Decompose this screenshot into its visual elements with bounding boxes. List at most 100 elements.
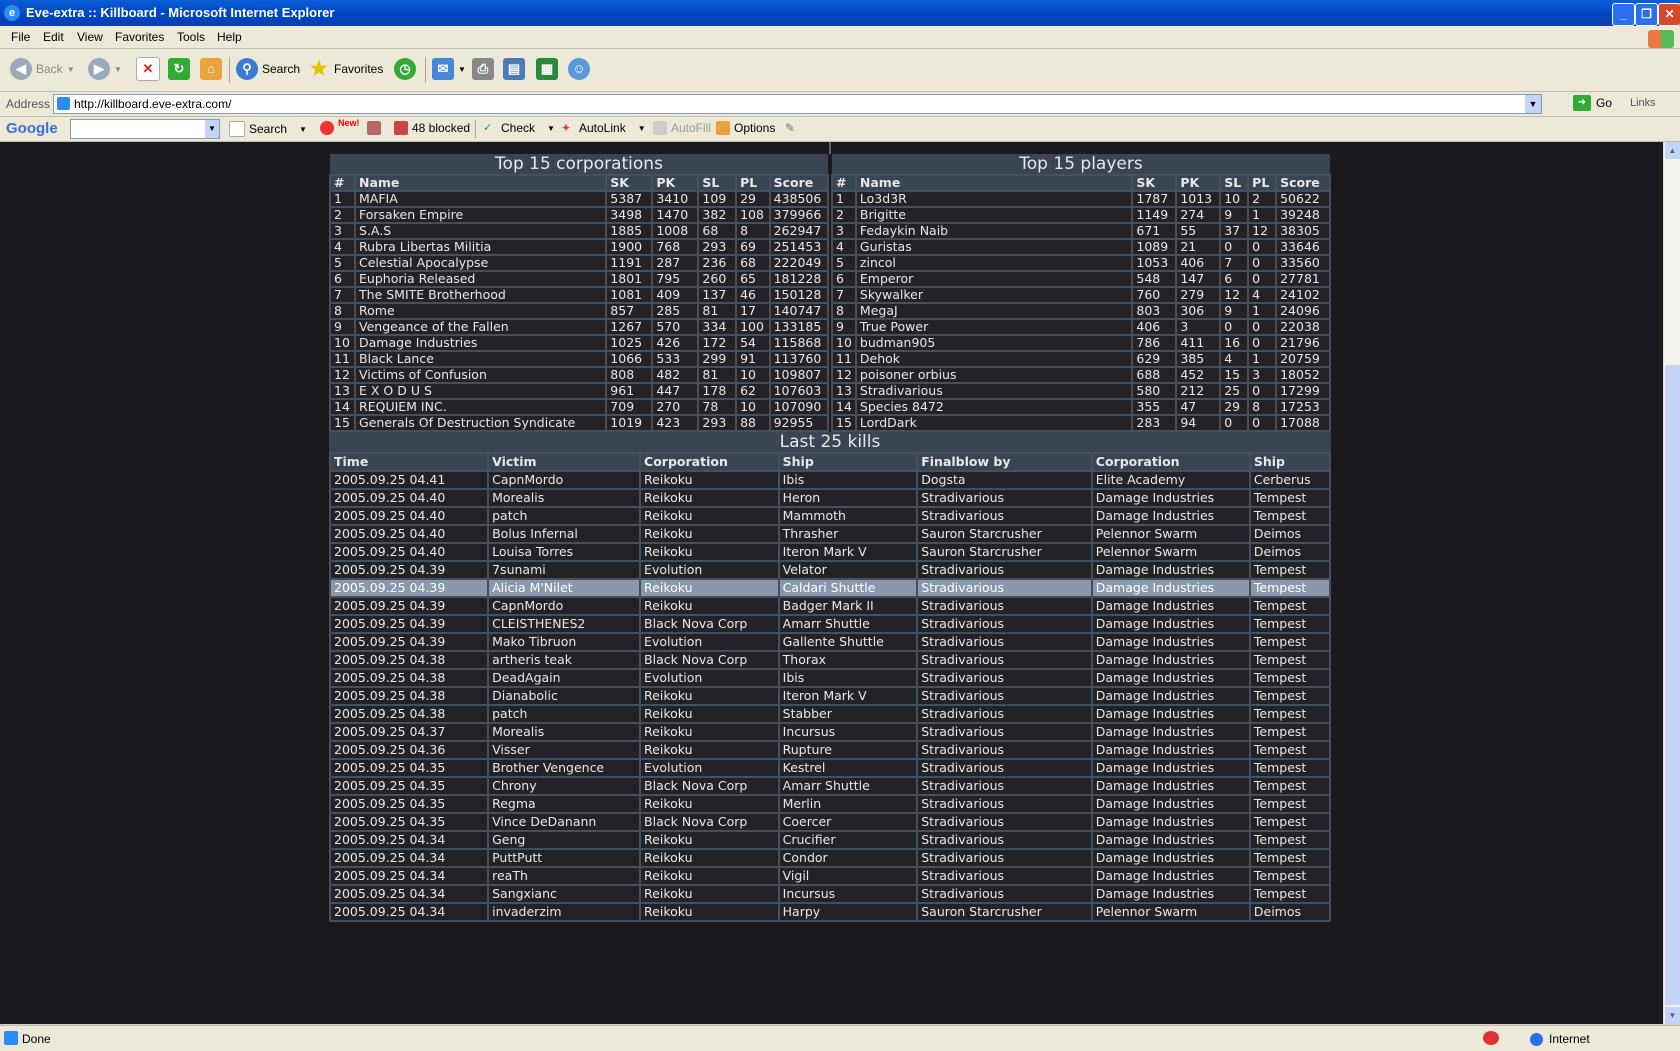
kill-row[interactable]: 2005.09.25 04.40 Bolus Infernal Reikoku Thr… — [328, 524, 1332, 544]
menu-view[interactable]: View — [77, 30, 103, 44]
kill-row[interactable]: 2005.09.25 04.35 Chrony Black Nova Corp Ama… — [328, 776, 1332, 796]
player-row[interactable]: 10 budman905 786 411 16 0 21796 — [831, 334, 1331, 352]
forward-button[interactable]: ▶ ▼ — [88, 57, 122, 81]
corporation-row[interactable]: 4 Rubra Libertas Militia 1900 768 293 69 25145… — [328, 238, 830, 256]
kill-row[interactable]: 2005.09.25 04.41 CapnMordo Reikoku Ibis Dogs… — [328, 470, 1332, 490]
scroll-up-icon[interactable]: ▲ — [1665, 142, 1680, 159]
kill-row[interactable]: 2005.09.25 04.34 Geng Reikoku Crucifier Stra… — [328, 830, 1332, 850]
favorites-button[interactable]: ★ Favorites — [308, 57, 383, 81]
corporation-row[interactable]: 15 Generals Of Destruction Syndicate 1019 4… — [328, 414, 830, 432]
kill-row[interactable]: 2005.09.25 04.39 CapnMordo Reikoku Badger M… — [328, 596, 1332, 616]
corporation-row[interactable]: 8 Rome 857 285 81 17 140747 — [328, 302, 830, 320]
corporation-row[interactable]: 2 Forsaken Empire 3498 1470 382 108 379966 — [328, 206, 830, 224]
table-cell: 0 — [1247, 414, 1278, 432]
maximize-button[interactable]: ❐ — [1635, 3, 1658, 26]
kill-row[interactable]: 2005.09.25 04.38 artheris teak Black Nova … — [328, 650, 1332, 670]
player-row[interactable]: 12 poisoner orbius 688 452 15 3 18052 — [831, 366, 1331, 384]
vertical-scrollbar[interactable]: ▲ ▼ — [1663, 142, 1680, 1024]
google-search-input[interactable]: ▼ — [70, 119, 220, 139]
kill-row[interactable]: 2005.09.25 04.36 Visser Reikoku Rupture Stra… — [328, 740, 1332, 760]
player-row[interactable]: 9 True Power 406 3 0 0 22038 — [831, 318, 1331, 336]
table-cell: 1081 — [605, 286, 654, 304]
minimize-button[interactable]: _ — [1612, 3, 1635, 26]
menu-file[interactable]: File — [11, 30, 30, 44]
search-button[interactable]: ⚲ Search — [236, 57, 300, 81]
print-button[interactable]: ⎙ — [472, 57, 494, 81]
google-dropdown-icon[interactable]: ▼ — [205, 120, 219, 138]
refresh-button[interactable]: ↻ — [168, 57, 190, 81]
home-button[interactable]: ⌂ — [200, 57, 222, 81]
player-row[interactable]: 3 Fedaykin Naib 671 55 37 12 38305 — [831, 222, 1331, 240]
corporation-row[interactable]: 6 Euphoria Released 1801 795 260 65 181228 — [328, 270, 830, 288]
close-button[interactable]: ✕ — [1658, 3, 1680, 26]
address-dropdown-icon[interactable]: ▼ — [1525, 95, 1541, 113]
menu-help[interactable]: Help — [217, 30, 242, 44]
kill-row[interactable]: 2005.09.25 04.38 DeadAgain Evolution Ibis St… — [328, 668, 1332, 688]
kill-row[interactable]: 2005.09.25 04.40 Morealis Reikoku Heron Stra… — [328, 488, 1332, 508]
address-input[interactable]: http://killboard.eve-extra.com/ ▼ — [53, 94, 1542, 114]
kill-row[interactable]: 2005.09.25 04.40 Louisa Torres Reikoku Iter… — [328, 542, 1332, 562]
popup-blocker-button[interactable]: 48 blocked — [394, 121, 470, 135]
kill-row[interactable]: 2005.09.25 04.39 CLEISTHENES2 Black Nova C… — [328, 614, 1332, 634]
kill-row[interactable]: 2005.09.25 04.35 Regma Reikoku Merlin Stradi… — [328, 794, 1332, 814]
messenger-button[interactable]: ☺ — [568, 57, 590, 81]
player-row[interactable]: 2 Brigitte 1149 274 9 1 39248 — [831, 206, 1331, 224]
kill-row[interactable]: 2005.09.25 04.34 reaTh Reikoku Vigil Stradiv… — [328, 866, 1332, 886]
highlight-button[interactable]: ✎ — [785, 121, 799, 135]
links-button[interactable]: Links — [1630, 97, 1656, 109]
kill-row[interactable]: 2005.09.25 04.37 Morealis Reikoku Incursus S… — [328, 722, 1332, 742]
google-logo[interactable]: Google — [6, 120, 58, 137]
kill-row[interactable]: 2005.09.25 04.35 Vince DeDanann Black Nova… — [328, 812, 1332, 832]
player-row[interactable]: 13 Stradivarious 580 212 25 0 17299 — [831, 382, 1331, 400]
player-row[interactable]: 15 LordDark 283 94 0 0 17088 — [831, 414, 1331, 432]
player-row[interactable]: 6 Emperor 548 147 6 0 27781 — [831, 270, 1331, 288]
scroll-thumb[interactable] — [1665, 365, 1680, 1005]
corporation-row[interactable]: 11 Black Lance 1066 533 299 91 113760 — [328, 350, 830, 368]
google-search-button[interactable]: Search ▼ — [229, 121, 307, 137]
kill-row[interactable]: 2005.09.25 04.34 PuttPutt Reikoku Condor Str… — [328, 848, 1332, 868]
menu-tools[interactable]: Tools — [177, 30, 205, 44]
corporation-row[interactable]: 12 Victims of Confusion 808 482 81 10 109807 — [328, 366, 830, 384]
spell-check-button[interactable]: ✓ Check ▼ — [483, 121, 555, 135]
messenger-pro-button[interactable]: ▦ — [536, 57, 558, 81]
autofill-button[interactable]: AutoFill — [653, 121, 711, 135]
corporation-row[interactable]: 1 MAFIA 5387 3410 109 29 438506 — [328, 190, 830, 208]
edit-button[interactable]: ▤ — [503, 57, 525, 81]
popup-blocked-icon[interactable] — [1483, 1031, 1499, 1045]
stop-button[interactable]: ✕ — [136, 57, 160, 81]
corporation-row[interactable]: 3 S.A.S 1885 1008 68 8 262947 — [328, 222, 830, 240]
corporation-row[interactable]: 14 REQUIEM INC. 709 270 78 10 107090 — [328, 398, 830, 416]
autolink-button[interactable]: ✦ AutoLink ▼ — [561, 121, 646, 135]
player-row[interactable]: 8 MegaJ 803 306 9 1 24096 — [831, 302, 1331, 320]
history-button[interactable]: ◷ — [394, 57, 416, 81]
player-row[interactable]: 11 Dehok 629 385 4 1 20759 — [831, 350, 1331, 368]
player-row[interactable]: 14 Species 8472 355 47 29 8 17253 — [831, 398, 1331, 416]
kill-row[interactable]: 2005.09.25 04.38 Dianabolic Reikoku Iteron … — [328, 686, 1332, 706]
player-row[interactable]: 4 Guristas 1089 21 0 0 33646 — [831, 238, 1331, 256]
kill-row[interactable]: 2005.09.25 04.35 Brother Vengence Evolutio… — [328, 758, 1332, 778]
back-button[interactable]: ◀ Back ▼ — [10, 57, 75, 81]
corporation-row[interactable]: 5 Celestial Apocalypse 1191 287 236 68 222049 — [328, 254, 830, 272]
mail-button[interactable]: ✉ ▼ — [432, 57, 466, 81]
kill-row[interactable]: 2005.09.25 04.34 invaderzim Reikoku Harpy Sa… — [328, 902, 1332, 922]
corporation-row[interactable]: 9 Vengeance of the Fallen 1267 570 334 100 133… — [328, 318, 830, 336]
kill-row[interactable]: 2005.09.25 04.38 patch Reikoku Stabber Strad… — [328, 704, 1332, 724]
menu-edit[interactable]: Edit — [43, 30, 64, 44]
scroll-down-icon[interactable]: ▼ — [1665, 1007, 1680, 1024]
kill-row[interactable]: 2005.09.25 04.40 patch Reikoku Mammoth Strad… — [328, 506, 1332, 526]
player-row[interactable]: 1 Lo3d3R 1787 1013 10 2 50622 — [831, 190, 1331, 208]
kill-row[interactable]: 2005.09.25 04.39 Alicia M'Nilet Reikoku Cal… — [328, 578, 1332, 598]
player-row[interactable]: 7 Skywalker 760 279 12 4 24102 — [831, 286, 1331, 304]
corporation-row[interactable]: 10 Damage Industries 1025 426 172 54 115868 — [328, 334, 830, 352]
kill-row[interactable]: 2005.09.25 04.39 7sunami Evolution Velator S… — [328, 560, 1332, 580]
kill-row[interactable]: 2005.09.25 04.34 Sangxianc Reikoku Incursus… — [328, 884, 1332, 904]
options-button[interactable]: Options — [716, 121, 775, 135]
go-button[interactable]: ➜ Go — [1573, 95, 1612, 111]
menu-favorites[interactable]: Favorites — [115, 30, 164, 44]
kill-row[interactable]: 2005.09.25 04.39 Mako Tibruon Evolution Gal… — [328, 632, 1332, 652]
player-row[interactable]: 5 zincol 1053 406 7 0 33560 — [831, 254, 1331, 272]
corporation-row[interactable]: 13 E X O D U S 961 447 178 62 107603 — [328, 382, 830, 400]
corporation-row[interactable]: 7 The SMITE Brotherhood 1081 409 137 46 150128 — [328, 286, 830, 304]
pagerank-button[interactable] — [367, 121, 381, 135]
google-news-button[interactable]: New! — [320, 118, 360, 135]
